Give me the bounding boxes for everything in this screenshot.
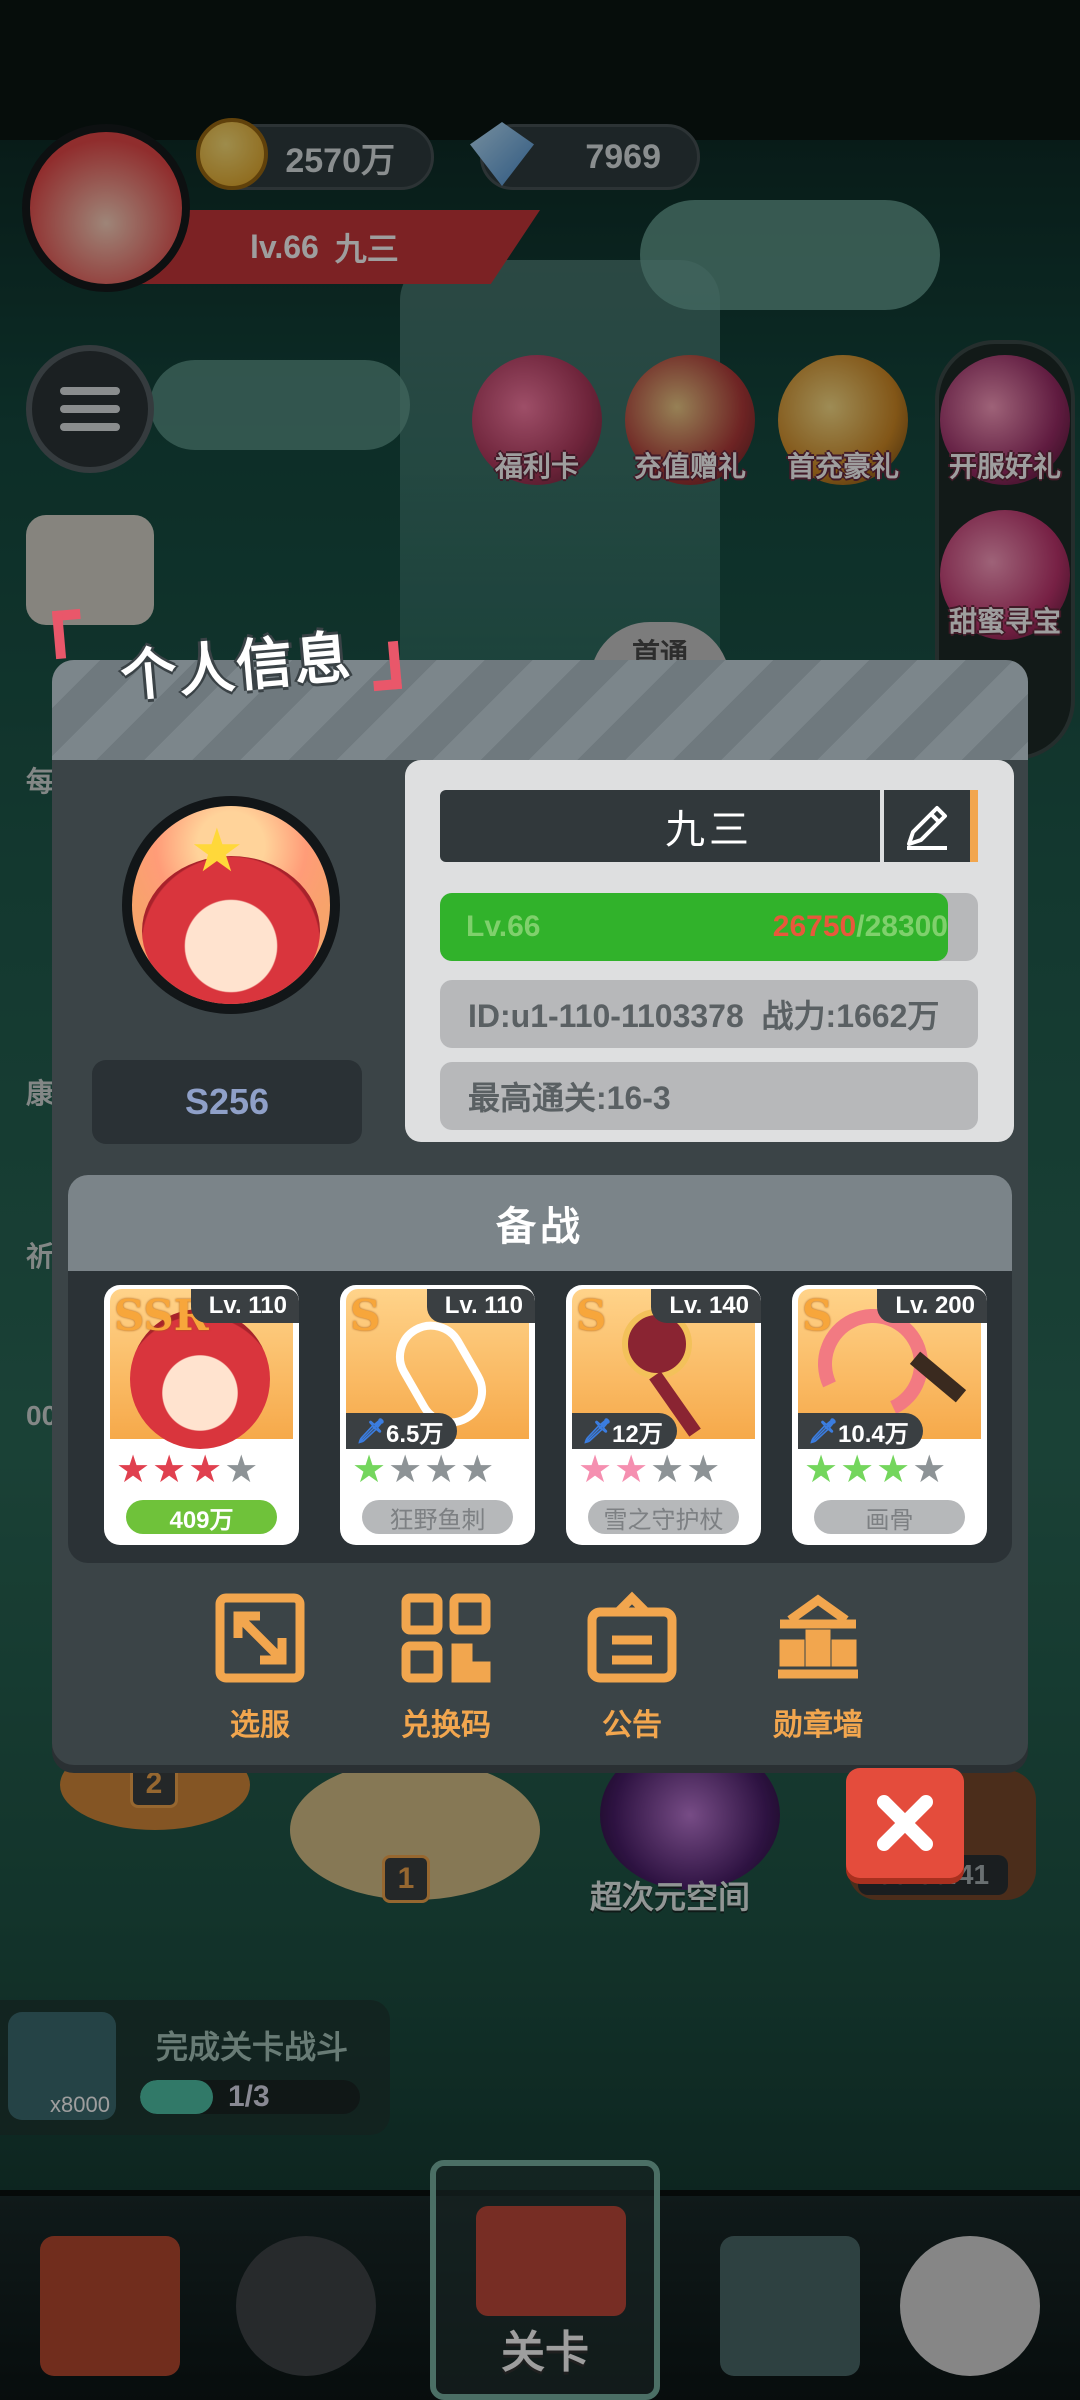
card-stars: ★★★★ bbox=[578, 1449, 723, 1491]
action-label: 公告 bbox=[602, 1709, 662, 1742]
medal-wall-button[interactable]: 勋章墙 bbox=[748, 1590, 888, 1742]
redeem-code-button[interactable]: 兑换码 bbox=[376, 1590, 516, 1742]
card-level: Lv. 140 bbox=[651, 1289, 761, 1323]
card-stars: ★★★★ bbox=[116, 1449, 261, 1491]
qr-code-icon bbox=[398, 1590, 494, 1686]
card-level: Lv. 200 bbox=[877, 1289, 987, 1323]
server-select-button[interactable]: 选服 bbox=[190, 1590, 330, 1742]
rarity-badge: S bbox=[802, 1291, 833, 1340]
battle-prep-title: 备战 bbox=[68, 1175, 1012, 1271]
card-power: 🗡 12万 bbox=[572, 1413, 677, 1449]
rarity-badge: S bbox=[350, 1291, 381, 1340]
card-power: 🗡 10.4万 bbox=[798, 1413, 923, 1449]
notice-board-icon bbox=[584, 1590, 680, 1686]
star-icon: ★ bbox=[190, 817, 244, 884]
id-power-bar: ID:u1-110-1103378 战力:1662万 bbox=[440, 980, 978, 1048]
profile-title: 个人信息 bbox=[118, 624, 355, 708]
card-power: 🗡 6.5万 bbox=[346, 1413, 458, 1449]
highest-clear-bar: 最高通关:16-3 bbox=[440, 1062, 978, 1130]
profile-title-tab: 个人信息 bbox=[51, 600, 432, 710]
server-badge: S256 bbox=[92, 1060, 362, 1144]
action-label: 勋章墙 bbox=[773, 1709, 863, 1742]
loadout-card[interactable]: S Lv. 110 🗡 6.5万 ★★★★ 狂野鱼刺 bbox=[340, 1285, 535, 1545]
server-select-icon bbox=[212, 1590, 308, 1686]
title-bracket-left bbox=[51, 608, 85, 660]
close-icon bbox=[877, 1795, 933, 1851]
card-label: 画骨 bbox=[814, 1500, 965, 1534]
loadout-card[interactable]: S Lv. 200 🗡 10.4万 ★★★★ 画骨 bbox=[792, 1285, 987, 1545]
title-bracket-right bbox=[369, 640, 403, 692]
loadout-card[interactable]: S Lv. 140 🗡 12万 ★★★★ 雪之守护杖 bbox=[566, 1285, 761, 1545]
exp-level: Lv.66 bbox=[466, 910, 541, 943]
profile-avatar[interactable]: ★ bbox=[122, 796, 340, 1014]
card-level: Lv. 110 bbox=[426, 1289, 535, 1323]
card-level: Lv. 110 bbox=[190, 1289, 299, 1323]
sword-icon: 🗡 bbox=[356, 1418, 387, 1445]
close-button[interactable] bbox=[846, 1768, 964, 1878]
sword-icon: 🗡 bbox=[808, 1418, 839, 1445]
card-label: 雪之守护杖 bbox=[588, 1500, 739, 1534]
action-label: 兑换码 bbox=[401, 1709, 491, 1742]
edit-name-button[interactable] bbox=[880, 790, 978, 862]
pencil-icon bbox=[907, 806, 947, 850]
sword-icon: 🗡 bbox=[582, 1418, 613, 1445]
exp-value: 26750/28300 bbox=[772, 910, 948, 943]
card-stars: ★★★★ bbox=[352, 1449, 497, 1491]
notice-button[interactable]: 公告 bbox=[562, 1590, 702, 1742]
card-stars: ★★★★ bbox=[804, 1449, 949, 1491]
action-label: 选服 bbox=[230, 1709, 290, 1742]
card-label: 狂野鱼刺 bbox=[362, 1500, 513, 1534]
rarity-badge: S bbox=[576, 1291, 607, 1340]
loadout-card[interactable]: SSR Lv. 110 ★★★★ 409万 bbox=[104, 1285, 299, 1545]
medal-wall-icon bbox=[770, 1590, 866, 1686]
card-label: 409万 bbox=[126, 1500, 277, 1534]
